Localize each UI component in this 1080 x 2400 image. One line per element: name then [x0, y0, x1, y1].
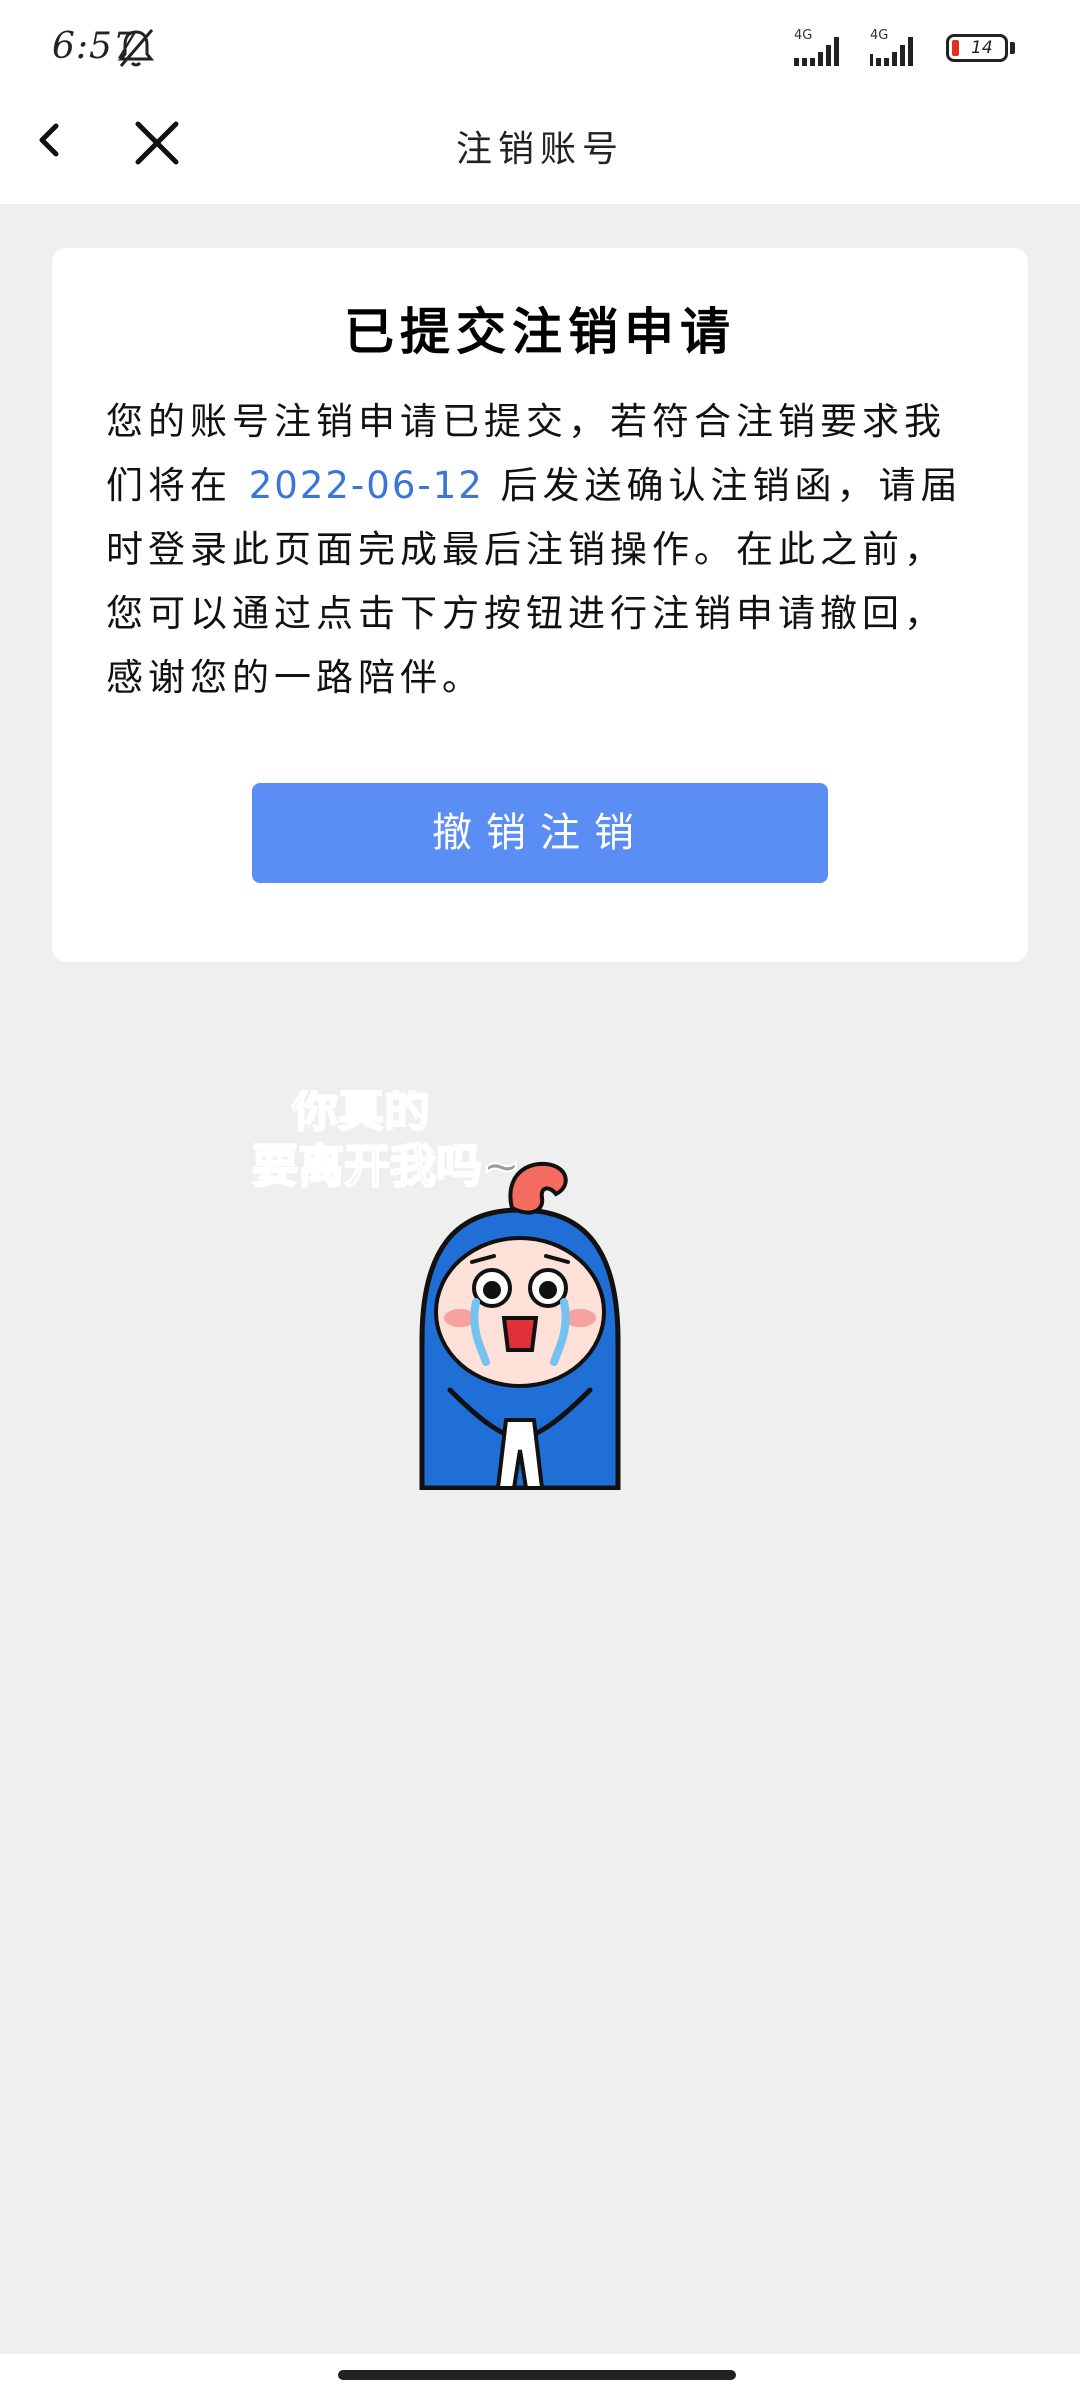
- bell-muted-icon: [117, 29, 155, 67]
- revoke-deactivation-button[interactable]: 撤销注销: [252, 783, 828, 883]
- deactivation-card: 已提交注销申请 您的账号注销申请已提交，若符合注销要求我们将在 2022-06-…: [52, 248, 1028, 962]
- battery-fill: [952, 40, 959, 56]
- nav-bar: 注销账号: [0, 96, 1080, 204]
- signal-icon: [870, 37, 913, 66]
- home-indicator-bar[interactable]: [338, 2370, 736, 2380]
- signal-icon: [794, 37, 839, 66]
- deactivation-date: 2022-06-12: [248, 464, 484, 507]
- battery-cap: [1010, 42, 1015, 54]
- sticker-text-line1: 你真的: [291, 1090, 430, 1137]
- battery-level: 14: [971, 38, 993, 58]
- page-title: 注销账号: [455, 129, 624, 170]
- battery-icon: 14: [946, 34, 1008, 62]
- crying-mascot-sticker: 你真的 要离开我吗~: [251, 1090, 621, 1490]
- card-body-text: 您的账号注销申请已提交，若符合注销要求我们将在 2022-06-12 后发送确认…: [106, 390, 986, 710]
- status-bar: 6:57 4G 4G 14: [0, 0, 1080, 96]
- home-indicator-area: [0, 2354, 1080, 2400]
- card-title: 已提交注销申请: [344, 302, 736, 361]
- sticker-text-line2: 要离开我吗~: [252, 1139, 521, 1193]
